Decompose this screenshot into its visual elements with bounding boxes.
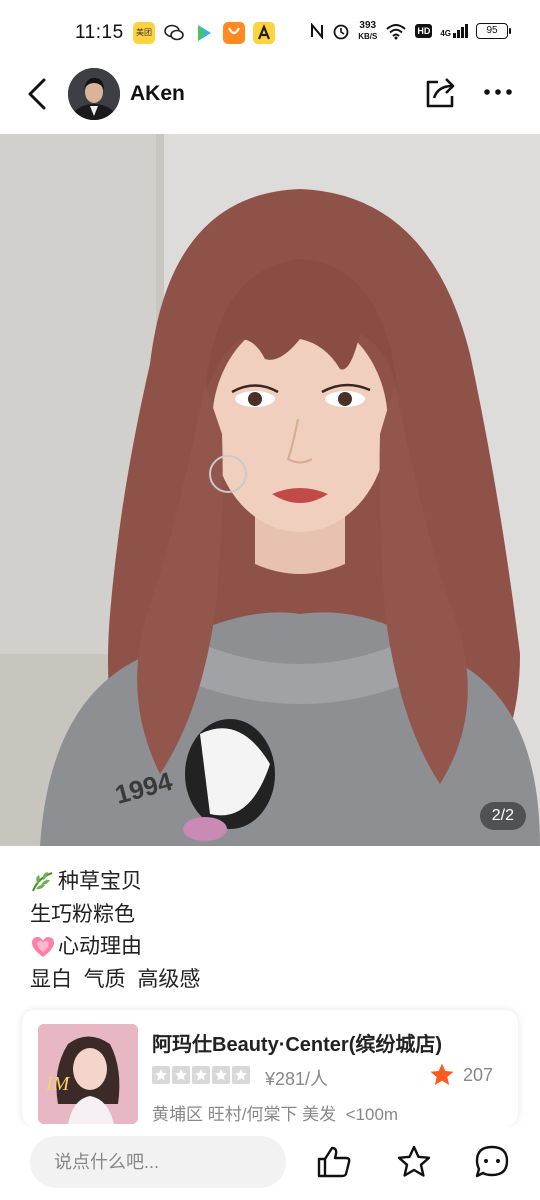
post-line: 显白 气质 高级感 <box>30 964 510 997</box>
shop-location: 黄埔区 旺村/何棠下 美发 <100m <box>152 1105 399 1124</box>
portrait-illustration: 1994 <box>0 134 540 846</box>
post-image[interactable]: 1994 2/2 <box>0 134 540 846</box>
author-name[interactable]: AKen <box>130 82 185 106</box>
star-icon <box>152 1066 170 1084</box>
status-indicators: 393 KB/S HD 4G 95 <box>310 20 511 42</box>
comment-button[interactable] <box>474 1144 510 1185</box>
star-icon <box>172 1066 190 1084</box>
post-line-text: 心动理由 <box>58 935 142 958</box>
post-line-text: 种草宝贝 <box>58 870 142 893</box>
wifi-icon <box>386 24 406 40</box>
post-line-text: 生巧粉粽色 <box>30 902 135 926</box>
shop-card[interactable]: IM 阿玛仕Beauty·Center(缤纷城店) ¥281/人 207 黄埔区… <box>22 1010 518 1126</box>
share-button[interactable] <box>424 74 458 110</box>
status-time: 11:15 <box>75 22 124 43</box>
star-filled-icon <box>430 1063 454 1085</box>
bottom-action-bar: 说点什么吧... <box>0 1126 540 1200</box>
herb-emoji-icon <box>32 872 53 892</box>
chevron-left-icon <box>28 78 46 110</box>
post-line-text: 显白 气质 高级感 <box>30 967 201 991</box>
shop-price: ¥281/人 <box>265 1069 329 1089</box>
shop-star-rating <box>152 1066 250 1084</box>
status-bar: 11:15 美团 393 KB/S HD 4G 95 <box>0 0 540 66</box>
network-speed: 393 KB/S <box>358 20 377 42</box>
network-type-label: 4G <box>440 29 451 38</box>
wechat-icon <box>163 22 185 44</box>
star-outline-icon <box>397 1145 431 1177</box>
thumbs-up-icon <box>317 1146 351 1178</box>
author-avatar[interactable] <box>68 68 120 120</box>
status-app-icons: 美团 <box>133 22 275 44</box>
alarm-icon <box>333 24 349 40</box>
network-speed-unit: KB/S <box>358 32 378 41</box>
shop-thumbnail: IM <box>38 1024 138 1124</box>
post-header: AKen <box>0 66 540 134</box>
post-line: 生巧粉粽色 <box>30 899 510 932</box>
back-button[interactable] <box>24 76 54 112</box>
page-indicator: 2/2 <box>479 802 526 830</box>
like-button[interactable] <box>316 1144 352 1185</box>
chat-bubble-icon <box>475 1145 509 1178</box>
review-count: 207 <box>463 1065 494 1085</box>
more-dots-icon <box>484 89 512 95</box>
star-icon <box>232 1066 250 1084</box>
favorite-button[interactable] <box>396 1144 432 1185</box>
meituan-app-icon: 美团 <box>133 22 155 44</box>
comment-input[interactable]: 说点什么吧... <box>30 1136 286 1188</box>
shop-thumbnail-text: IM <box>45 1073 71 1095</box>
uc-browser-icon <box>223 22 245 44</box>
play-store-icon <box>193 22 215 44</box>
star-icon <box>212 1066 230 1084</box>
a-app-icon <box>253 22 275 44</box>
more-options-button[interactable] <box>482 80 514 104</box>
heart-emoji-icon <box>32 937 54 958</box>
battery-icon: 95 <box>476 23 511 39</box>
shop-name: 阿玛仕Beauty·Center(缤纷城店) <box>152 1034 443 1056</box>
star-icon <box>192 1066 210 1084</box>
hd-badge: HD <box>415 24 433 38</box>
network-speed-value: 393 <box>359 20 377 31</box>
post-line: 种草宝贝 <box>30 866 510 899</box>
signal-strength: 4G <box>440 24 468 38</box>
post-line: 心动理由 <box>30 931 510 964</box>
nfc-icon <box>311 23 324 39</box>
share-icon <box>426 78 455 108</box>
post-content: 种草宝贝 生巧粉粽色 心动理由 显白 气质 高级感 <box>30 866 510 996</box>
